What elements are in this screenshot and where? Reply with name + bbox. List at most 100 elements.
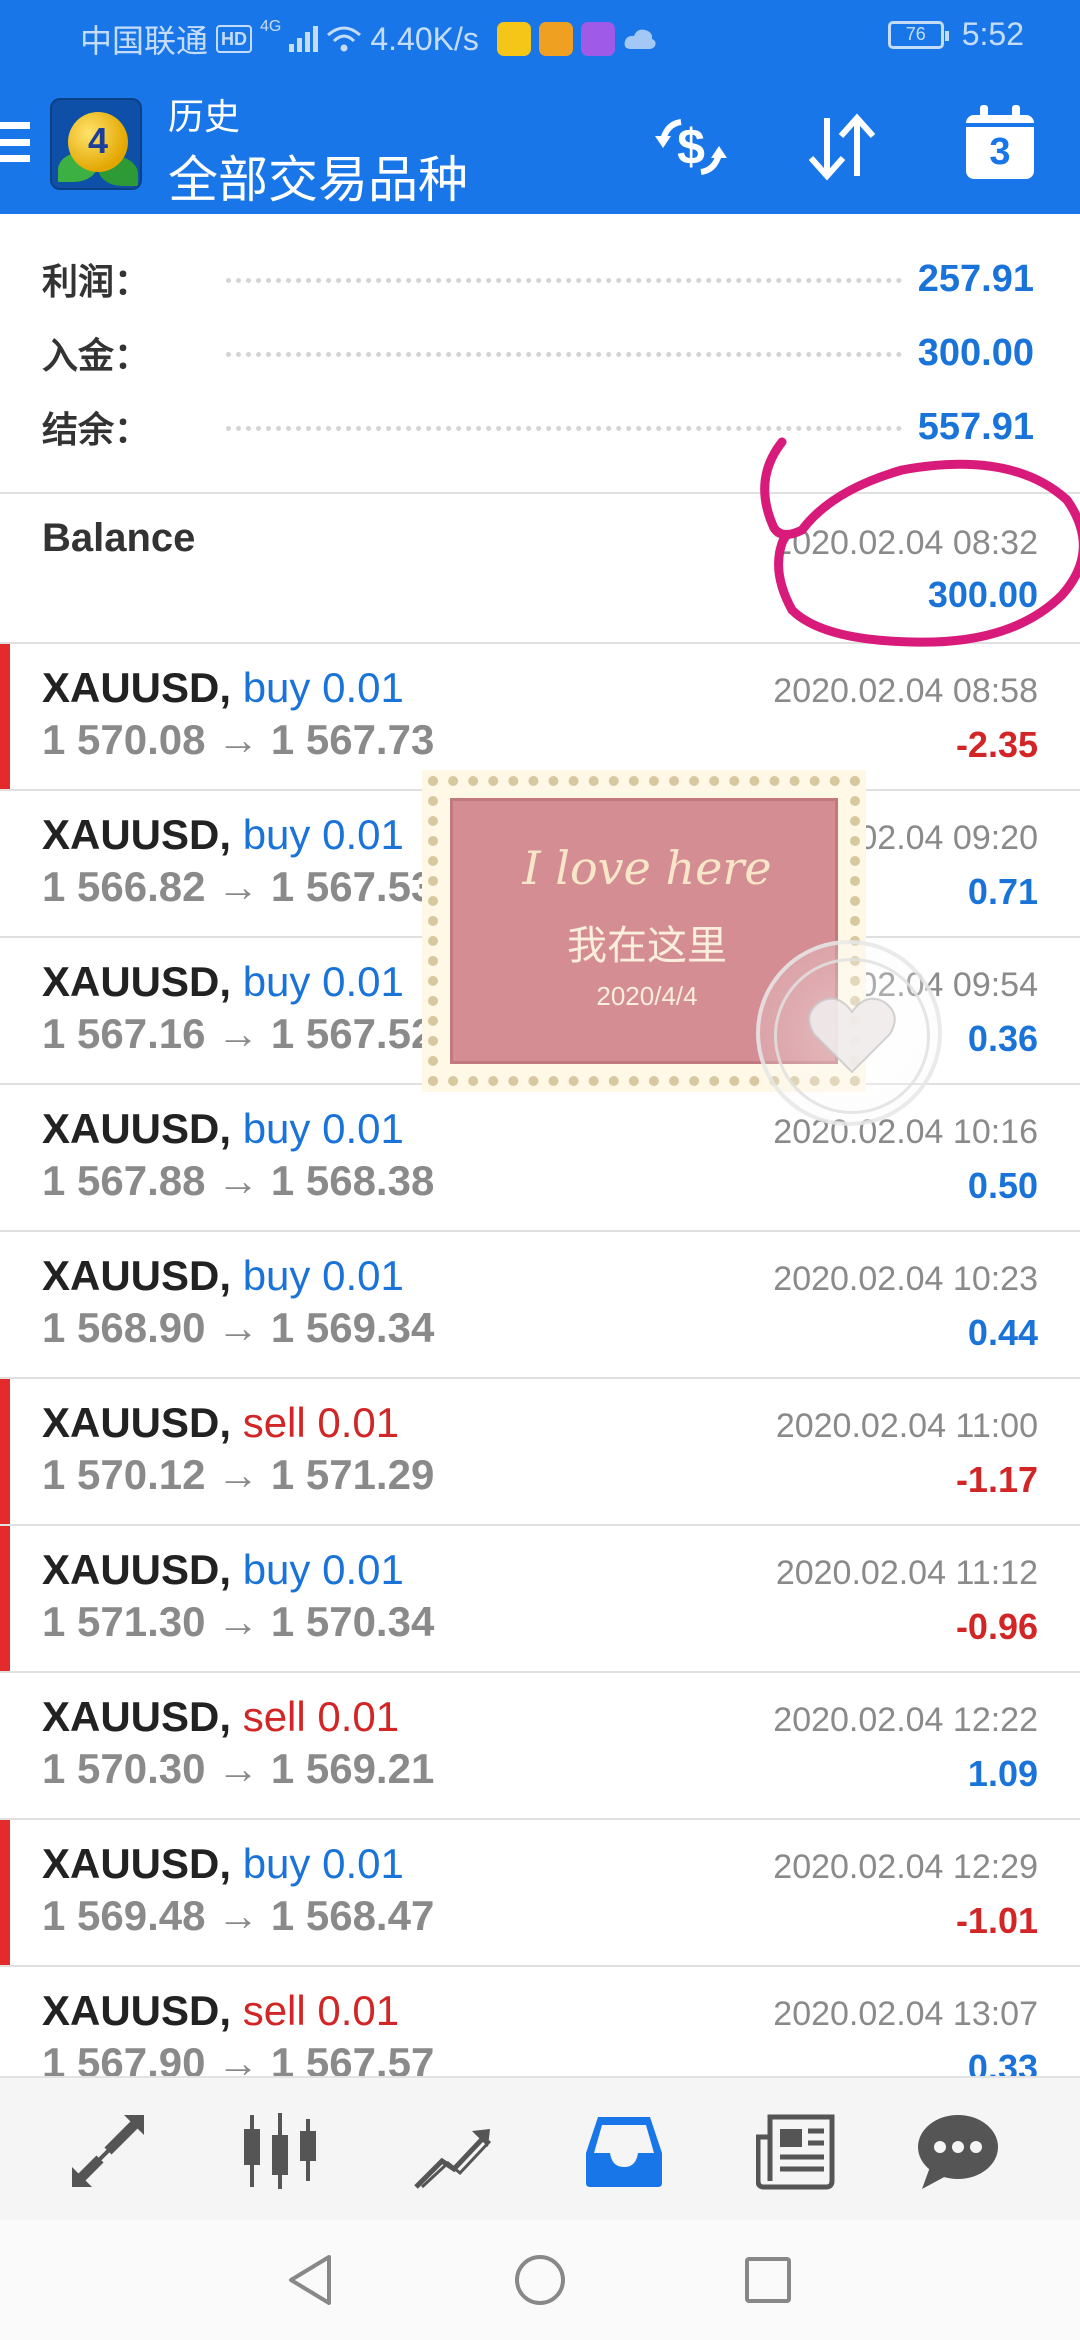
app-bar: 历史 全部交易品种 $ 3 xyxy=(0,72,1080,214)
trade-row[interactable]: XAUUSD, buy 0.01 1 568.90 → 1 569.34 2020.… xyxy=(0,1232,1080,1379)
trade-side-volume: sell 0.01 xyxy=(242,1399,400,1446)
trade-symbol: XAUUSD, xyxy=(42,1105,232,1152)
history-summary: 利润： 257.91 入金： 300.00 结余： 557.91 xyxy=(0,214,1080,494)
screen-subtitle: 历史 xyxy=(168,96,241,137)
dotted-leader xyxy=(226,351,902,357)
trade-symbol: XAUUSD, xyxy=(42,1546,232,1593)
network-type: 4G xyxy=(260,18,282,35)
trade-close-time: 2020.02.04 12:29 xyxy=(773,1848,1038,1886)
trade-symbol: XAUUSD, xyxy=(42,958,232,1005)
trade-profit: 0.36 xyxy=(967,1018,1038,1059)
trade-side-volume: buy 0.01 xyxy=(242,811,404,858)
nav-quotes[interactable] xyxy=(58,2106,158,2196)
trade-side-volume: sell 0.01 xyxy=(242,1987,400,2034)
trade-side-volume: buy 0.01 xyxy=(242,958,404,1005)
trade-profit: 1.09 xyxy=(967,1753,1038,1794)
candlestick-chart-icon xyxy=(244,2113,316,2189)
weibo-icon xyxy=(538,22,573,56)
dotted-leader xyxy=(226,425,902,431)
cloud-icon xyxy=(624,29,656,49)
balance-entry[interactable]: Balance 2020.02.04 08:32 300.00 xyxy=(0,494,1080,644)
nav-history[interactable] xyxy=(574,2106,674,2196)
signal-icon xyxy=(289,26,319,52)
back-button[interactable] xyxy=(280,2250,340,2310)
trade-profit: -1.01 xyxy=(955,1900,1038,1941)
nav-trade[interactable] xyxy=(402,2106,502,2196)
trade-prices: 1 570.30 → 1 569.21 xyxy=(42,1745,435,1792)
status-right: 76 5:52 xyxy=(887,16,1024,53)
nav-chart[interactable] xyxy=(230,2106,330,2196)
trade-close-time: 2020.02.04 08:58 xyxy=(773,672,1038,710)
trade-symbol: XAUUSD, xyxy=(42,1399,232,1446)
profit-value: 257.91 xyxy=(917,257,1034,300)
trade-side-volume: buy 0.01 xyxy=(242,1546,404,1593)
clock: 5:52 xyxy=(961,16,1024,52)
trade-close-time: 2020.02.04 12:22 xyxy=(773,1701,1038,1739)
trade-symbol-line: XAUUSD, buy 0.01 xyxy=(42,1546,404,1594)
trade-prices: 1 567.16 → 1 567.52 xyxy=(42,1010,435,1057)
nav-chat[interactable] xyxy=(908,2106,1008,2196)
profit-label: 利润： xyxy=(42,261,151,302)
recents-square-icon xyxy=(745,2257,791,2303)
news-icon xyxy=(756,2114,835,2190)
trade-symbol-line: XAUUSD, buy 0.01 xyxy=(42,664,404,712)
trade-row[interactable]: XAUUSD, sell 0.01 1 567.90 → 1 567.57 2020… xyxy=(0,1967,1080,2076)
trade-symbol-line: XAUUSD, buy 0.01 xyxy=(42,811,404,859)
home-button[interactable] xyxy=(510,2250,570,2310)
deposit-value: 300.00 xyxy=(917,331,1034,374)
deposit-label: 入金： xyxy=(42,335,151,376)
loss-indicator-bar xyxy=(0,1820,10,1965)
symbol-filter-title[interactable]: 全部交易品种 xyxy=(168,140,468,212)
recents-button[interactable] xyxy=(738,2250,798,2310)
calendar-day: 3 xyxy=(989,130,1011,173)
deposit-row: 入金： 300.00 xyxy=(42,318,1042,388)
trade-row[interactable]: XAUUSD, sell 0.01 1 570.30 → 1 569.21 2020… xyxy=(0,1673,1080,1820)
balance-entry-label: Balance xyxy=(42,516,196,560)
trade-symbol-line: XAUUSD, buy 0.01 xyxy=(42,1840,404,1888)
dotted-leader xyxy=(226,277,902,283)
balance-entry-amount: 300.00 xyxy=(927,574,1038,615)
trade-symbol-line: XAUUSD, sell 0.01 xyxy=(42,1987,399,2035)
trade-symbol-line: XAUUSD, sell 0.01 xyxy=(42,1399,399,1447)
trade-side-volume: buy 0.01 xyxy=(242,664,404,711)
network-speed: 4.40K/s xyxy=(370,20,479,57)
trade-prices: 1 570.08 → 1 567.73 xyxy=(42,716,435,763)
menu-icon[interactable] xyxy=(0,122,30,162)
battery-level: 76 xyxy=(905,24,926,44)
calendar-button[interactable]: 3 xyxy=(962,105,1038,182)
trade-row[interactable]: XAUUSD, buy 0.01 1 571.30 → 1 570.34 2020.… xyxy=(0,1526,1080,1673)
trade-row[interactable]: XAUUSD, sell 0.01 1 570.12 → 1 571.29 2020… xyxy=(0,1379,1080,1526)
trade-side-volume: sell 0.01 xyxy=(242,1693,400,1740)
system-navigation-bar xyxy=(0,2220,1080,2340)
home-circle-icon xyxy=(515,2255,565,2305)
trade-prices: 1 567.88 → 1 568.38 xyxy=(42,1157,435,1204)
profit-row: 利润： 257.91 xyxy=(42,244,1042,314)
trade-close-time: 2020.02.04 11:00 xyxy=(775,1407,1038,1445)
trade-symbol: XAUUSD, xyxy=(42,664,232,711)
trade-symbol-line: XAUUSD, buy 0.01 xyxy=(42,958,404,1006)
sort-button[interactable] xyxy=(800,112,882,182)
battery-icon: 76 xyxy=(887,20,949,49)
chat-bubble-icon xyxy=(918,2115,998,2189)
wifi-icon xyxy=(327,26,362,52)
trade-profit: 0.33 xyxy=(967,2047,1038,2076)
trade-close-time: 2020.02.04 11:12 xyxy=(775,1554,1038,1592)
loss-indicator-bar xyxy=(0,644,10,789)
nav-news[interactable] xyxy=(746,2106,846,2196)
trade-symbol-line: XAUUSD, buy 0.01 xyxy=(42,1252,404,1300)
trade-row[interactable]: XAUUSD, buy 0.01 1 569.48 → 1 568.47 2020.… xyxy=(0,1820,1080,1967)
balance-summary-label: 结余： xyxy=(42,409,151,450)
status-left: 中国联通 HD 4G 4.40K/s xyxy=(80,16,657,62)
stamp-chinese-text: 我在这里 xyxy=(567,924,727,968)
balance-entry-time: 2020.02.04 08:32 xyxy=(773,524,1038,562)
trade-close-time: 2020.02.04 10:23 xyxy=(773,1260,1038,1298)
trade-row[interactable]: XAUUSD, buy 0.01 1 570.08 → 1 567.73 2020.… xyxy=(0,644,1080,791)
dollar-sync-icon: $ xyxy=(655,119,727,175)
trade-row[interactable]: XAUUSD, buy 0.01 1 567.88 → 1 568.38 2020.… xyxy=(0,1085,1080,1232)
trade-prices: 1 568.90 → 1 569.34 xyxy=(42,1304,435,1351)
svg-text:$: $ xyxy=(677,119,705,175)
trade-symbol: XAUUSD, xyxy=(42,1693,232,1740)
loss-indicator-bar xyxy=(0,1526,10,1671)
trade-side-volume: buy 0.01 xyxy=(242,1252,404,1299)
deposit-filter-button[interactable]: $ xyxy=(650,112,732,182)
